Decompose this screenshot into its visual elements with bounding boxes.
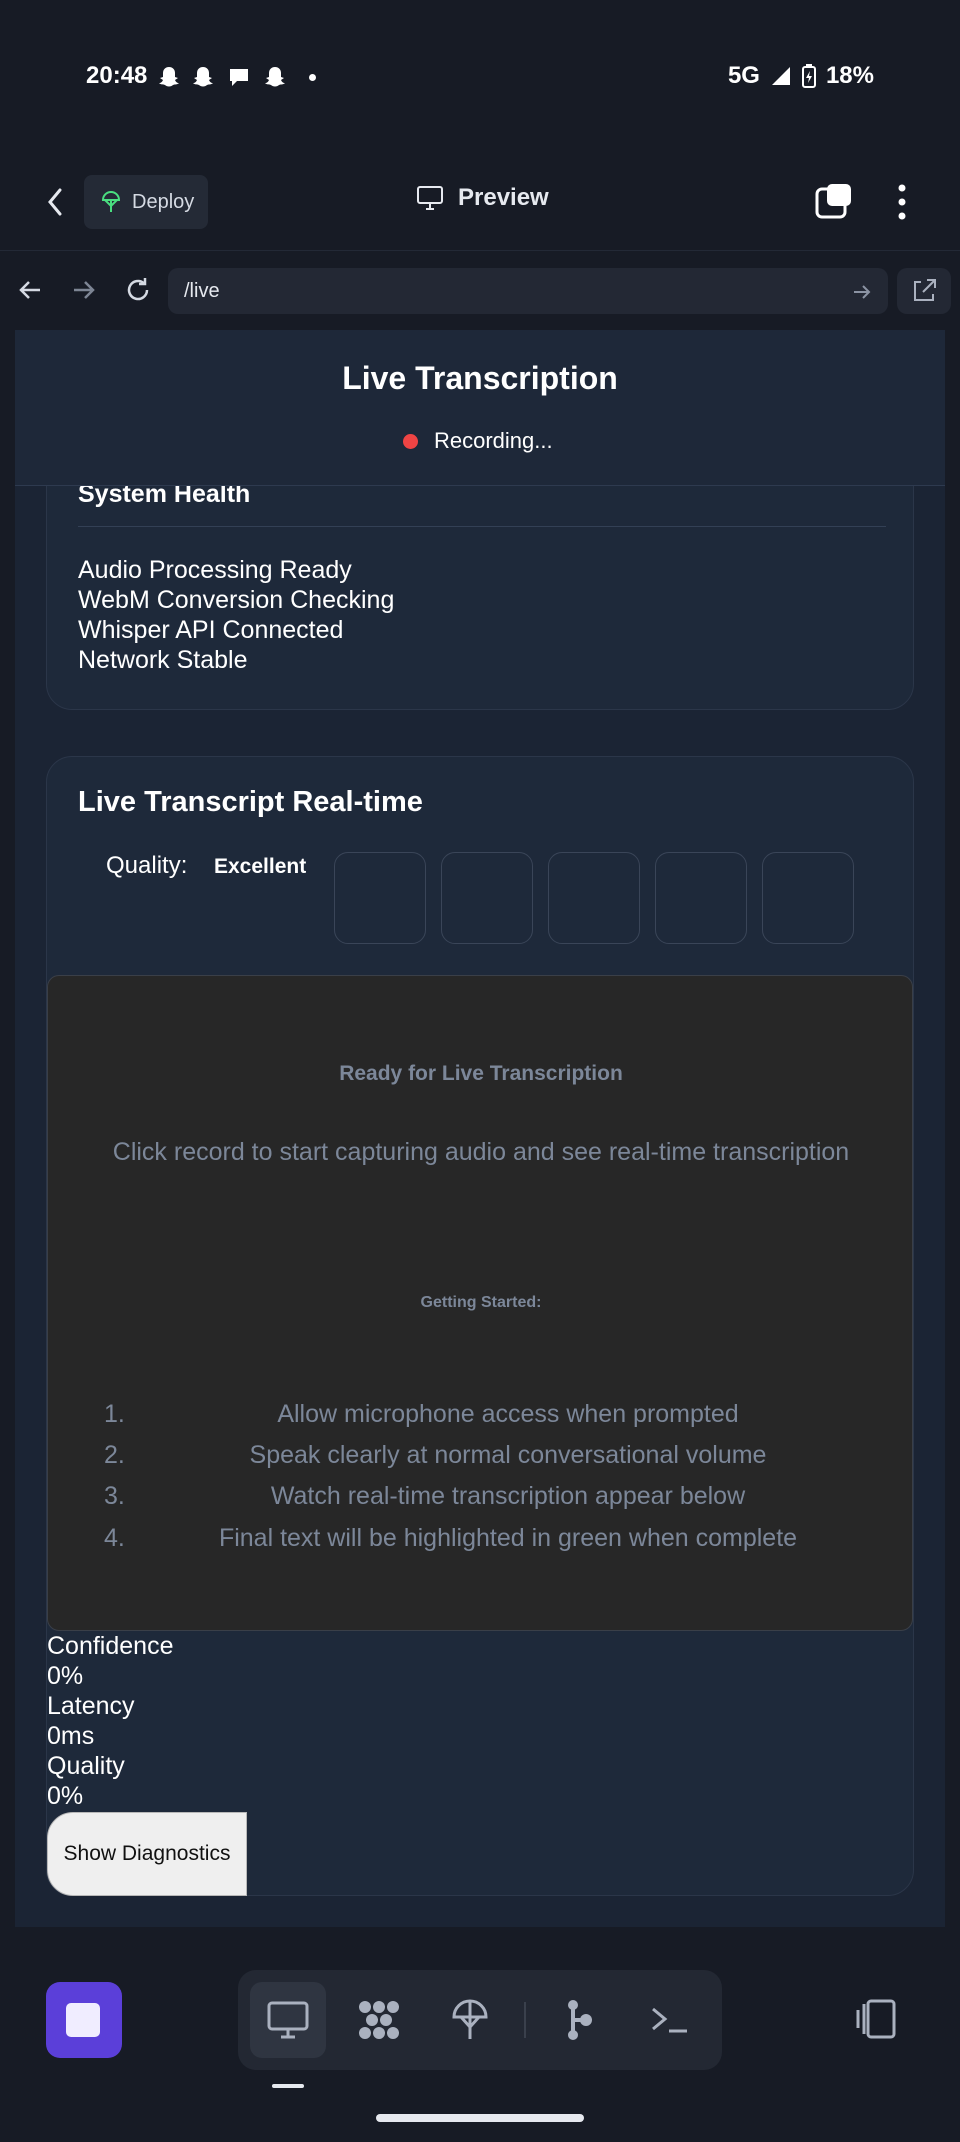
quality-metric-label: Quality (47, 1752, 125, 1780)
back-icon[interactable] (14, 274, 46, 306)
snapchat-icon (265, 67, 285, 87)
confidence-value: 0% (47, 1662, 84, 1690)
page-title: Live Transcription (342, 360, 618, 396)
quality-metric-value: 0% (47, 1782, 84, 1810)
external-link-icon (914, 279, 936, 301)
step-text: Speak clearly at normal conversational v… (249, 1441, 767, 1469)
getting-started-title: Getting Started: (420, 1294, 542, 1311)
ready-description: Click record to start capturing audio an… (112, 1138, 850, 1166)
battery-label: 18% (825, 62, 874, 89)
tabs-icon[interactable] (814, 182, 854, 222)
divider (524, 2002, 526, 2038)
health-item: Audio Processing Ready (78, 556, 352, 584)
page-header: Live Transcription Recording... (15, 330, 945, 486)
audio-level-bar (334, 852, 426, 944)
status-right: 5G 18% (728, 62, 874, 90)
side-panel-icon[interactable] (852, 1998, 898, 2040)
deploy-icon (101, 190, 121, 212)
more-vert-icon[interactable] (890, 180, 914, 224)
recording-status: Recording... (434, 428, 553, 453)
status-time: 20:48 (86, 62, 148, 89)
preview-tab[interactable]: Preview (416, 184, 549, 212)
audio-level-bar (762, 852, 854, 944)
url-input[interactable]: /live (168, 268, 888, 314)
preview-label: Preview (458, 184, 549, 211)
terminal-icon[interactable] (647, 1997, 693, 2043)
live-transcript-title: Live Transcript Real-time (78, 786, 423, 818)
ready-title: Ready for Live Transcription (339, 1062, 623, 1085)
desktop-icon[interactable] (265, 1997, 311, 2043)
recording-indicator (403, 434, 418, 449)
step-text: Allow microphone access when prompted (277, 1400, 739, 1428)
reload-icon[interactable] (122, 274, 154, 306)
open-external-button[interactable] (897, 268, 951, 314)
network-label: 5G (727, 62, 760, 89)
dot-icon (309, 74, 316, 81)
audio-level-bar (548, 852, 640, 944)
audio-level-bar (441, 852, 533, 944)
active-tool-indicator (272, 2084, 304, 2088)
show-diagnostics-button[interactable]: Show Diagnostics (47, 1812, 247, 1896)
audio-level-bar (655, 852, 747, 944)
snapchat-icon (193, 67, 213, 87)
health-item: Network Stable (78, 646, 248, 674)
monitor-icon (417, 186, 443, 210)
step-number: 4. (104, 1524, 125, 1552)
confidence-label: Confidence (47, 1632, 174, 1660)
quality-label: Quality: (106, 852, 188, 879)
stop-icon (66, 2003, 100, 2037)
home-indicator (376, 2114, 584, 2122)
step-number: 1. (104, 1400, 125, 1428)
back-arrow-icon[interactable] (38, 180, 74, 224)
source-control-icon[interactable] (556, 1997, 602, 2043)
go-arrow-icon[interactable] (850, 280, 874, 304)
health-item: WebM Conversion Checking (78, 586, 395, 614)
forward-icon[interactable] (68, 274, 100, 306)
step-text: Final text will be highlighted in green … (218, 1524, 798, 1552)
latency-value: 0ms (47, 1722, 95, 1750)
apps-grid-icon[interactable] (356, 1997, 402, 2043)
deploy-button[interactable]: Deploy (84, 175, 208, 229)
battery-icon (801, 64, 816, 88)
deploy-label: Deploy (132, 190, 195, 213)
step-number: 3. (104, 1482, 125, 1510)
transcript-area: Ready for Live Transcription Click recor… (47, 975, 913, 1631)
chat-bubble-icon (230, 69, 248, 86)
snapchat-icon (159, 67, 179, 87)
latency-label: Latency (47, 1692, 135, 1720)
quality-value: Excellent (214, 855, 307, 878)
divider (78, 526, 886, 527)
step-number: 2. (104, 1441, 125, 1469)
step-text: Watch real-time transcription appear bel… (270, 1482, 746, 1510)
health-item: Whisper API Connected (78, 616, 344, 644)
signal-icon (771, 67, 790, 85)
deploy-tool-icon[interactable] (447, 1997, 493, 2043)
